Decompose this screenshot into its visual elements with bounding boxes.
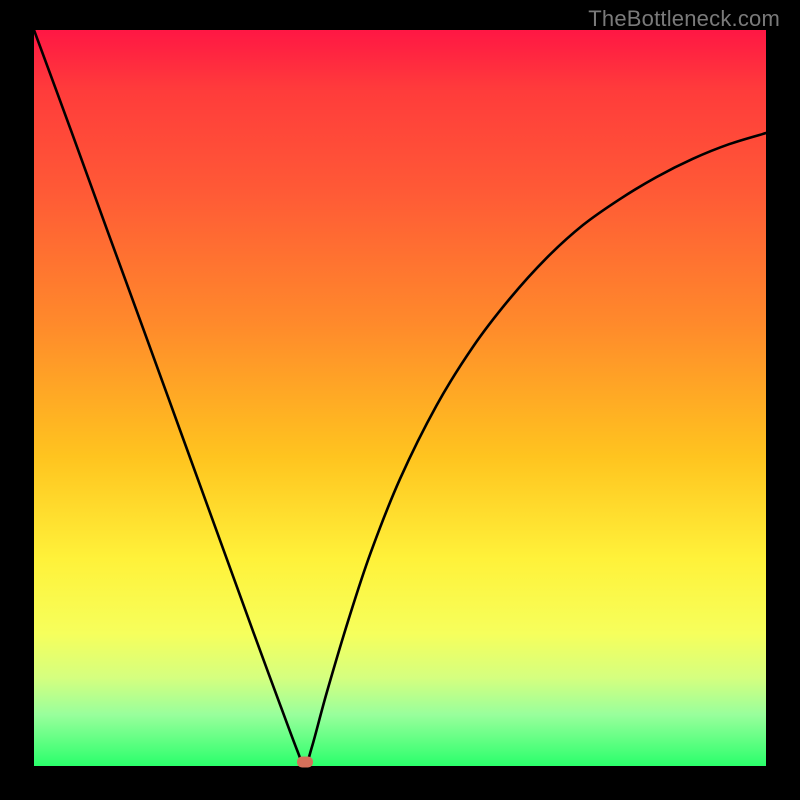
optimal-point-marker [297,757,313,768]
watermark-text: TheBottleneck.com [588,6,780,32]
chart-frame: TheBottleneck.com [0,0,800,800]
bottleneck-curve [34,30,766,766]
curve-svg [34,30,766,766]
plot-area [34,30,766,766]
